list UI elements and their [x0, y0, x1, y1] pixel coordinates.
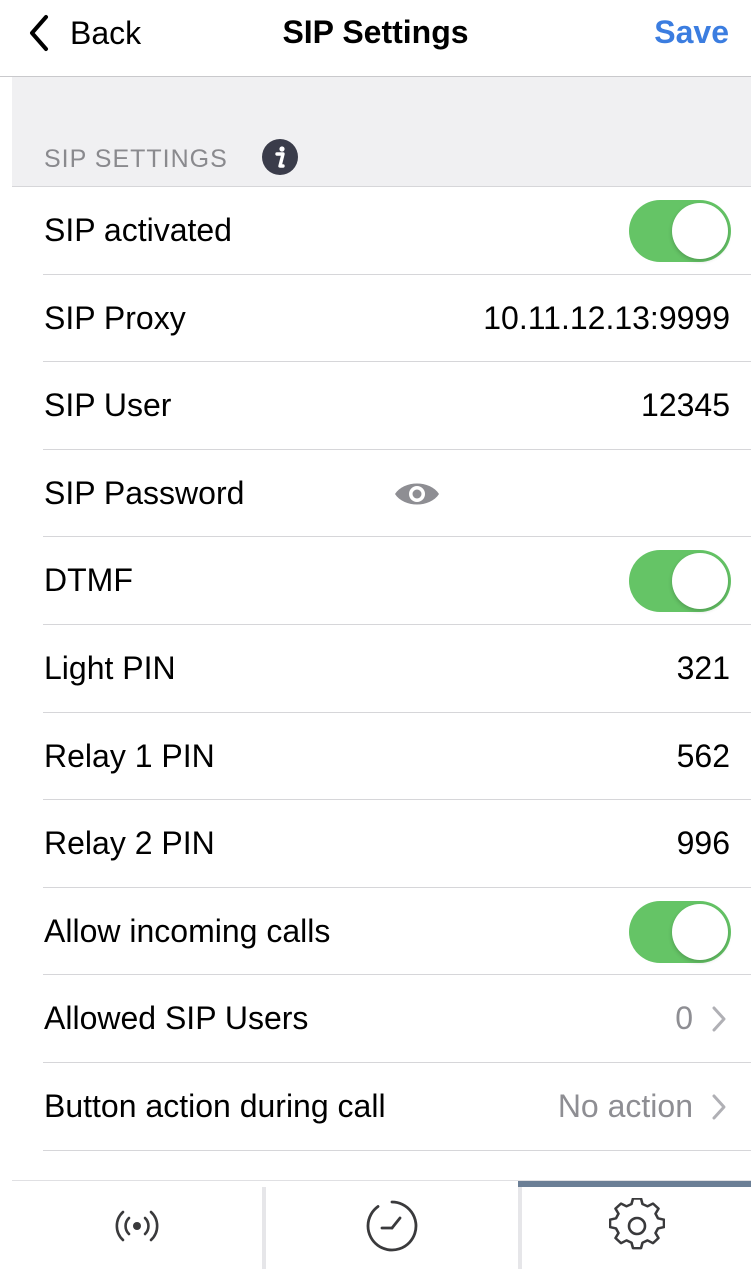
row-label: Relay 1 PIN	[44, 737, 215, 774]
navigation-bar: Back SIP Settings Save	[0, 0, 751, 77]
row-label: Light PIN	[44, 649, 176, 686]
row-dtmf: DTMF	[0, 537, 751, 625]
section-header: SIP SETTINGS	[12, 77, 751, 187]
relay-2-pin-value[interactable]: 996	[677, 800, 730, 887]
back-label: Back	[70, 14, 142, 51]
clock-icon	[366, 1200, 418, 1251]
chevron-left-icon	[30, 15, 48, 51]
chevron-right-icon	[712, 1094, 726, 1120]
button-action-value: No action	[557, 1087, 693, 1124]
row-allow-incoming-calls: Allow incoming calls	[0, 888, 751, 976]
broadcast-icon	[115, 1210, 159, 1241]
row-sip-activated: SIP activated	[0, 187, 751, 275]
gear-icon	[608, 1197, 665, 1249]
settings-list: SIP activated SIP Proxy 10.11.12.13:9999…	[0, 187, 751, 1151]
section-title: SIP SETTINGS	[44, 145, 228, 173]
row-label: Allow incoming calls	[44, 912, 331, 949]
sip-proxy-value[interactable]: 10.11.12.13:9999	[483, 275, 730, 362]
relay-1-pin-value[interactable]: 562	[677, 713, 730, 800]
row-sip-user[interactable]: SIP User 12345	[0, 362, 751, 450]
allow-incoming-calls-toggle[interactable]	[629, 900, 731, 963]
tab-settings[interactable]	[522, 1181, 751, 1269]
tab-bar	[12, 1180, 751, 1269]
allowed-sip-users-count: 0	[675, 1000, 693, 1037]
sip-activated-toggle[interactable]	[629, 200, 731, 262]
row-label: Button action during call	[44, 1087, 386, 1124]
eye-icon[interactable]	[392, 474, 442, 514]
row-label: SIP activated	[44, 212, 232, 248]
row-sip-proxy[interactable]: SIP Proxy 10.11.12.13:9999	[0, 275, 751, 363]
sip-user-value[interactable]: 12345	[641, 362, 730, 449]
chevron-right-icon	[712, 1006, 726, 1032]
toggle-knob	[672, 903, 728, 960]
row-sip-password[interactable]: SIP Password	[0, 450, 751, 538]
row-label: Relay 2 PIN	[44, 825, 215, 862]
row-button-action-during-call[interactable]: Button action during call No action	[0, 1063, 751, 1151]
row-allowed-sip-users[interactable]: Allowed SIP Users 0	[0, 975, 751, 1063]
back-button[interactable]: Back	[26, 12, 141, 54]
tab-history[interactable]	[266, 1181, 518, 1269]
row-light-pin[interactable]: Light PIN 321	[0, 625, 751, 713]
tab-live[interactable]	[12, 1181, 262, 1269]
dtmf-toggle[interactable]	[629, 550, 731, 613]
row-relay-2-pin[interactable]: Relay 2 PIN 996	[0, 800, 751, 888]
toggle-knob	[672, 553, 728, 610]
row-label: SIP User	[44, 387, 172, 424]
info-glyph	[275, 146, 285, 168]
row-label: Allowed SIP Users	[44, 1000, 309, 1037]
row-label: SIP Proxy	[44, 299, 186, 336]
info-icon[interactable]	[262, 139, 298, 175]
row-relay-1-pin[interactable]: Relay 1 PIN 562	[0, 713, 751, 801]
sip-settings-screen: Back SIP Settings Save SIP SETTINGS SIP …	[0, 0, 751, 1269]
toggle-knob	[672, 203, 728, 259]
row-label: DTMF	[44, 562, 133, 599]
row-label: SIP Password	[44, 474, 245, 511]
save-button[interactable]: Save	[654, 14, 729, 51]
light-pin-value[interactable]: 321	[677, 625, 730, 712]
